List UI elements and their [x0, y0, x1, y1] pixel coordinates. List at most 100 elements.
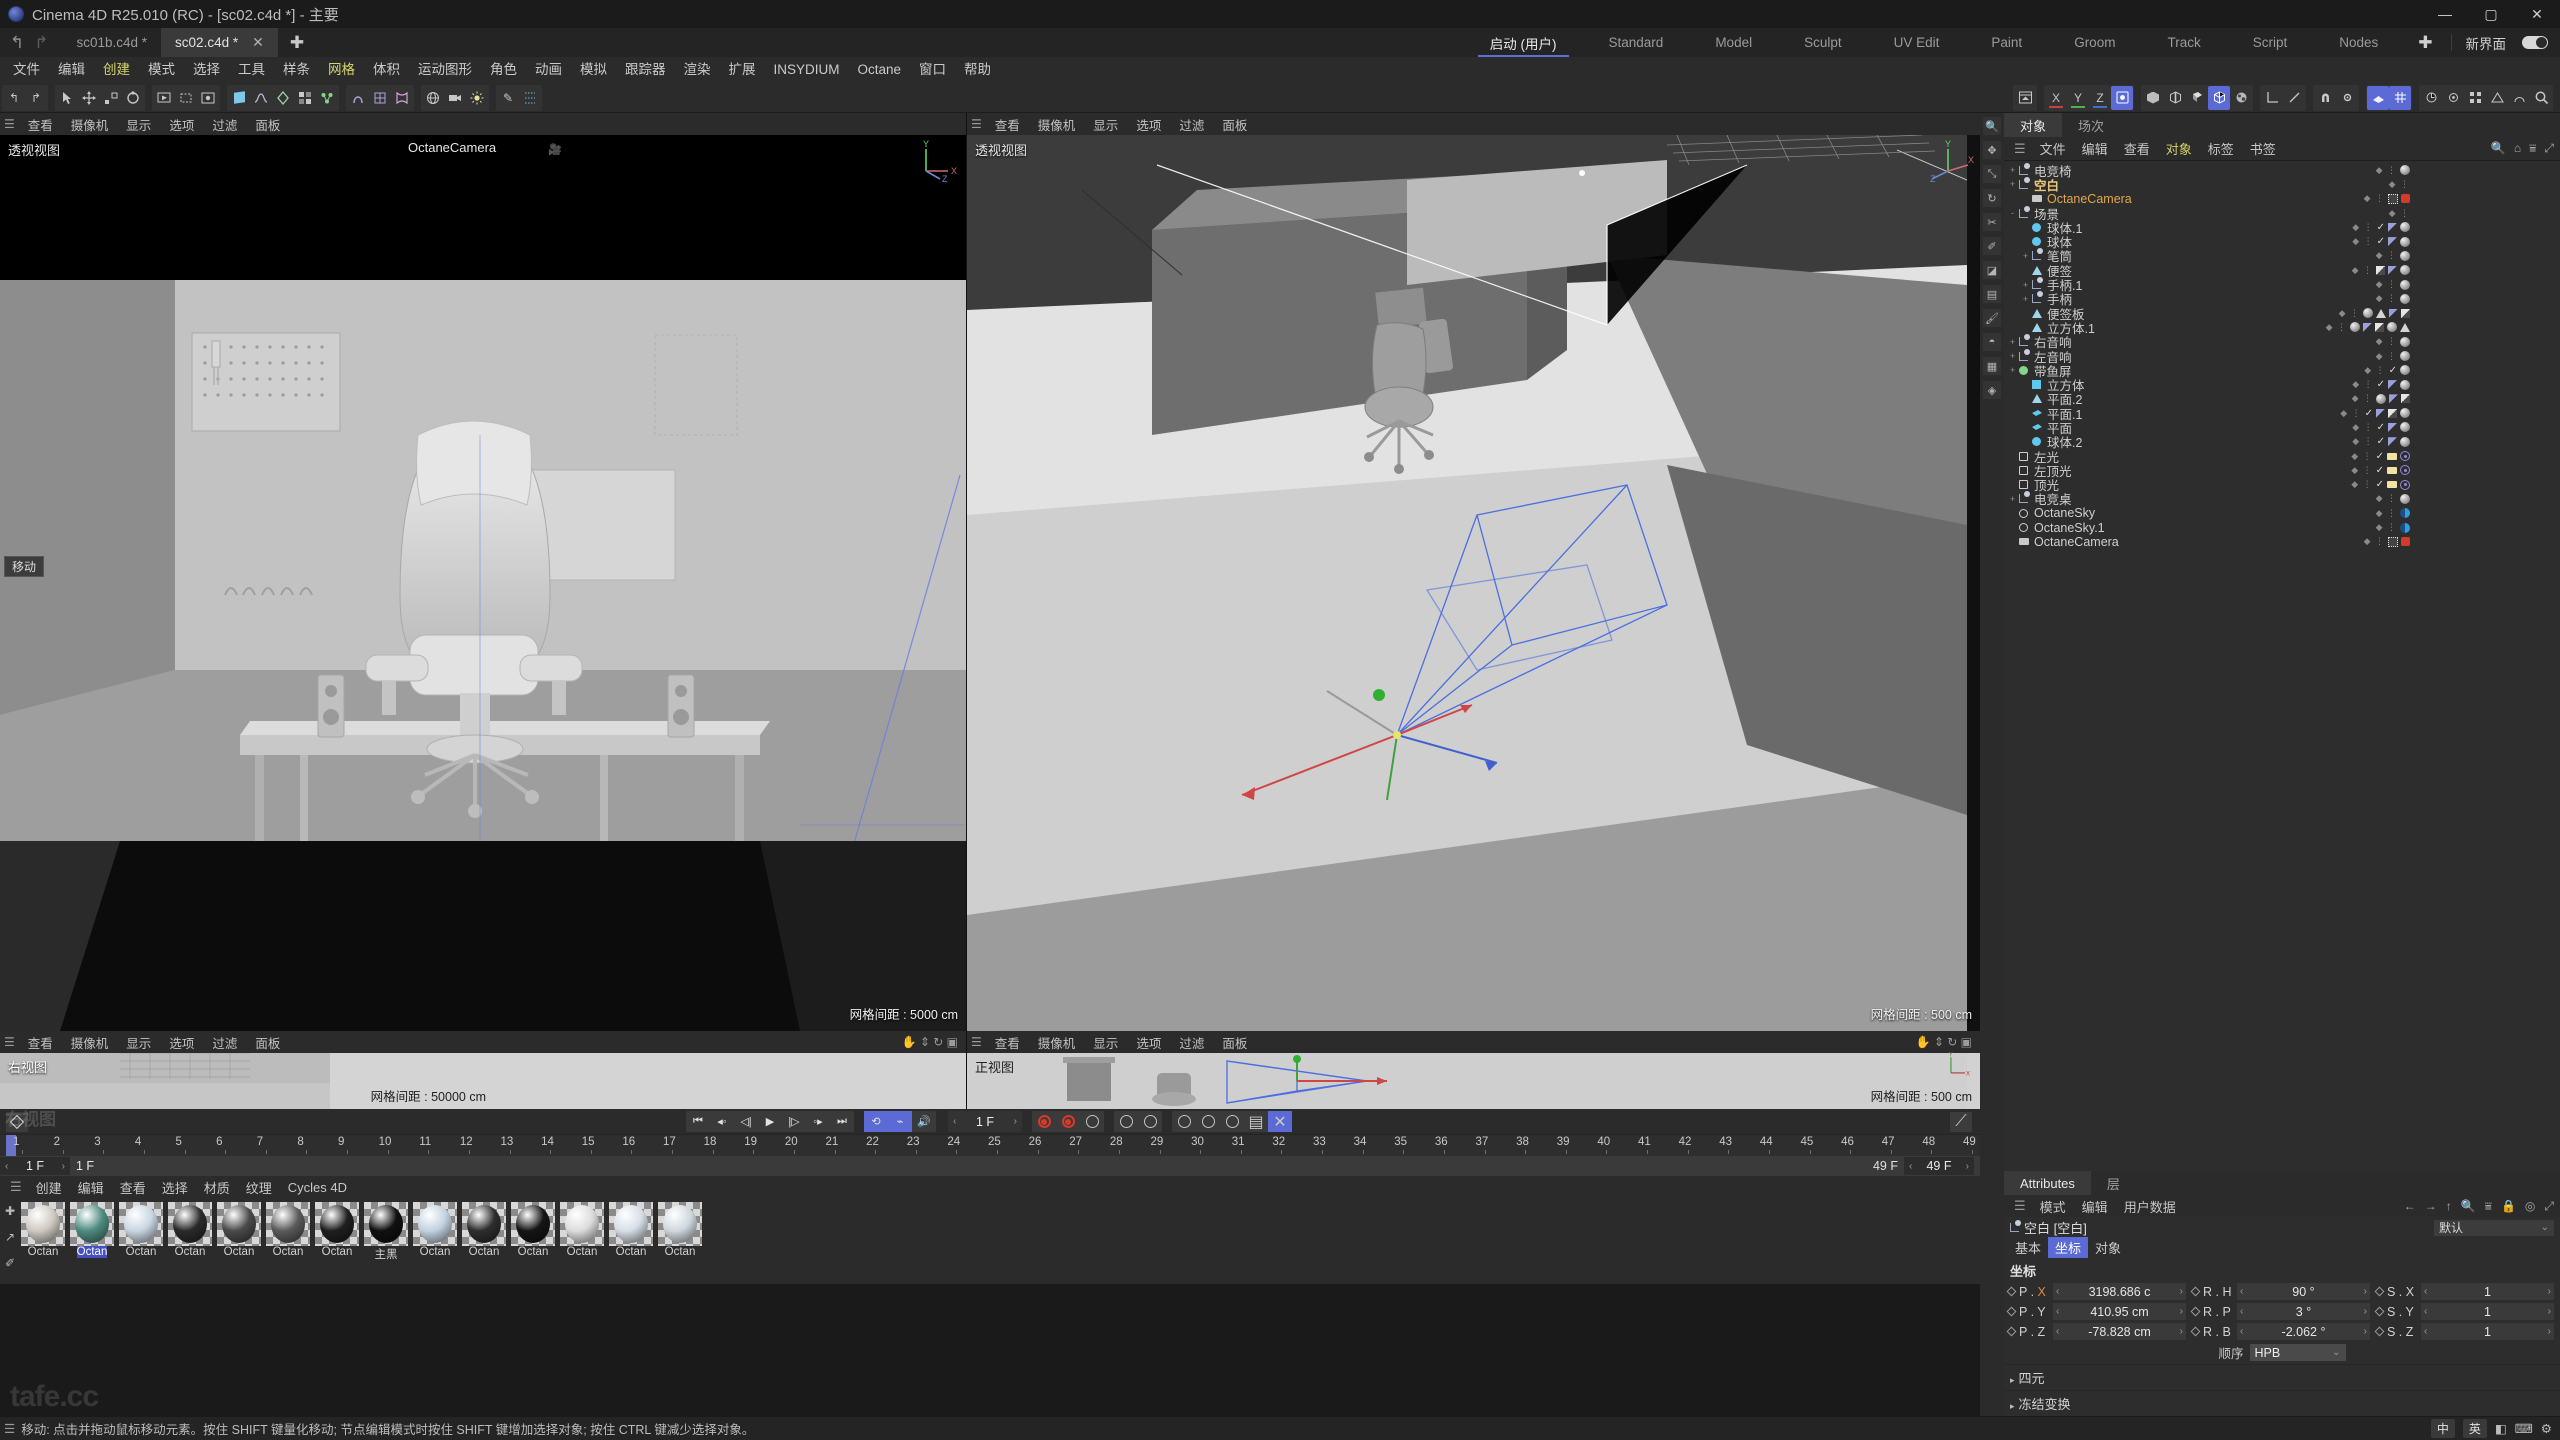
- play-button[interactable]: ▶: [758, 1111, 782, 1132]
- tray-icon-1[interactable]: ◧: [2495, 1421, 2507, 1436]
- vp-menu-filter[interactable]: 过滤: [203, 115, 246, 134]
- ruler-icon[interactable]: [2420, 86, 2442, 110]
- viewport-perspective-right[interactable]: ☰ 查看 摄像机 显示 选项 过滤 面板 透视视图 网格间距: 500 cm …: [967, 113, 1980, 1031]
- lt-tag-icon[interactable]: [2387, 466, 2397, 474]
- axis-x-button[interactable]: X: [2045, 86, 2067, 110]
- axis-modify-icon[interactable]: [2261, 86, 2283, 110]
- vp-menu-filter[interactable]: 过滤: [203, 1033, 246, 1052]
- render-picture-viewer-icon[interactable]: [2014, 86, 2036, 110]
- enabled-check-icon[interactable]: ✓: [2376, 451, 2384, 462]
- material-preview[interactable]: [315, 1202, 359, 1246]
- visibility-dots-icon[interactable]: ◆ ⋮: [2351, 465, 2372, 476]
- target-icon[interactable]: ◎: [2525, 1199, 2535, 1214]
- expand-toggle-icon[interactable]: +: [2008, 351, 2017, 361]
- material-item[interactable]: Octan: [412, 1202, 458, 1284]
- timeline-ruler[interactable]: 1 2 3 4 5 6 7 8 9 10 11 12 13 14 15 16 17 18 19 20 21 22 23 24 2…: [0, 1134, 1980, 1156]
- vp-menu-camera[interactable]: 摄像机: [62, 1033, 118, 1052]
- search-rail-icon[interactable]: 🔍: [1983, 117, 2001, 135]
- material-item[interactable]: Octan: [20, 1202, 66, 1284]
- bevel-rail-icon[interactable]: ◪: [1983, 261, 2001, 279]
- snap-magnet-icon[interactable]: [2314, 86, 2336, 110]
- object-row[interactable]: 立方体 ◆ ⋮ ✓: [2004, 377, 2560, 393]
- mat-tag-icon[interactable]: [2400, 222, 2410, 233]
- panel-handle-icon[interactable]: ☰: [4, 1179, 28, 1195]
- object-row[interactable]: 平面 ◆ ⋮ ✓: [2004, 420, 2560, 436]
- red-tag-icon[interactable]: [2401, 537, 2410, 547]
- object-row[interactable]: + 左音响 ◆ ⋮: [2004, 348, 2560, 365]
- viewport-right-view[interactable]: ☰ 查看 摄像机 显示 选项 过滤 面板 ✋ ⇕ ↻ ▣ 右视图 网格间距: …: [0, 1031, 967, 1109]
- world-object-axis-toggle[interactable]: [2111, 85, 2133, 110]
- attr-menu-edit[interactable]: 编辑: [2074, 1197, 2116, 1216]
- chevron-left-icon[interactable]: ‹: [953, 1116, 956, 1127]
- light-icon[interactable]: [466, 86, 488, 110]
- vp-menu-view[interactable]: 查看: [986, 115, 1029, 134]
- visibility-dots-icon[interactable]: ◆ ⋮: [2326, 322, 2347, 333]
- mat-menu-material[interactable]: 材质: [196, 1178, 238, 1197]
- redo-tool-icon[interactable]: ↱: [25, 86, 47, 110]
- expand-icon[interactable]: ⤢: [2544, 141, 2554, 156]
- expand-toggle-icon[interactable]: +: [2021, 280, 2030, 290]
- material-preview[interactable]: [119, 1202, 163, 1246]
- red-tag-icon[interactable]: [2401, 194, 2410, 204]
- visibility-dots-icon[interactable]: ◆ ⋮: [2351, 479, 2372, 490]
- subtab-coordinates[interactable]: 坐标: [2048, 1237, 2089, 1258]
- viewport-nav-icons[interactable]: ✋ ⇕ ↻ ▣: [1916, 1035, 1980, 1049]
- record-keyframe-button[interactable]: [6, 1111, 28, 1132]
- viewport-front-view[interactable]: ☰ 查看 摄像机 显示 选项 过滤 面板 ✋ ⇕ ↻ ▣ 正视图 网格间距: …: [967, 1031, 1980, 1109]
- close-button[interactable]: ✕: [2514, 0, 2560, 28]
- visibility-dots-icon[interactable]: ◆ ⋮: [2376, 522, 2397, 533]
- visibility-dots-icon[interactable]: ◆ ⋮: [2376, 293, 2397, 304]
- vp-menu-panel[interactable]: 面板: [246, 115, 289, 134]
- object-tree[interactable]: + 电竞椅 ◆ ⋮ + 空白 ◆ ⋮ OctaneCamera ◆ ⋮ - 场景 ◆ ⋮ 球体.1 ◆ …: [2004, 161, 2560, 1171]
- layout-tab-standard[interactable]: Standard: [1583, 28, 1690, 57]
- sy-input[interactable]: ‹ 1 ›: [2421, 1303, 2554, 1320]
- sq-tag-icon[interactable]: [2401, 394, 2410, 404]
- uv-tag-icon[interactable]: [2389, 308, 2398, 318]
- vp-menu-camera[interactable]: 摄像机: [62, 115, 118, 134]
- uv-tag-icon[interactable]: [2388, 265, 2397, 275]
- object-row[interactable]: 顶光 ◆ ⋮ ✓: [2004, 478, 2560, 493]
- document-tab-0[interactable]: sc01b.c4d *: [63, 28, 162, 57]
- visibility-dots-icon[interactable]: ◆ ⋮: [2352, 422, 2373, 433]
- field-icon[interactable]: [2486, 86, 2508, 110]
- menu-mograph[interactable]: 运动图形: [409, 57, 481, 83]
- order-dropdown[interactable]: HPB ⌄: [2249, 1344, 2346, 1361]
- move-rail-icon[interactable]: ✥: [1983, 141, 2001, 159]
- filter-icon[interactable]: ⩸: [2529, 141, 2536, 156]
- mat-tag-icon[interactable]: [2400, 365, 2410, 376]
- vp-menu-filter[interactable]: 过滤: [1170, 115, 1213, 134]
- visibility-dots-icon[interactable]: ◆ ⋮: [2376, 508, 2397, 519]
- axis-y-button[interactable]: Y: [2067, 86, 2089, 110]
- quaternion-fold[interactable]: ▸ 四元: [2004, 1364, 2560, 1390]
- home-icon[interactable]: ⌂: [2514, 141, 2521, 156]
- viewport-canvas-bottom-right[interactable]: [967, 1053, 1980, 1109]
- cube-primitive-icon[interactable]: [228, 86, 250, 110]
- visibility-dots-icon[interactable]: ◆ ⋮: [2352, 436, 2373, 447]
- object-row[interactable]: 球体.2 ◆ ⋮ ✓: [2004, 435, 2560, 450]
- undo-icon[interactable]: ↰: [10, 33, 24, 53]
- mat-tag-icon[interactable]: [2350, 322, 2360, 333]
- fcurve-button[interactable]: ⟋: [1950, 1111, 1972, 1132]
- keyframe-diamond-icon[interactable]: [2374, 1286, 2385, 1297]
- keyframe-diamond-icon[interactable]: [2006, 1326, 2017, 1337]
- workplane-icon[interactable]: [2367, 85, 2389, 110]
- mat-tag-icon[interactable]: [2400, 436, 2410, 447]
- redo-icon[interactable]: ↱: [34, 33, 48, 53]
- scale-tool-icon[interactable]: [100, 86, 122, 110]
- scene-nodes-icon[interactable]: [316, 86, 338, 110]
- vp-menu-camera[interactable]: 摄像机: [1029, 1033, 1085, 1052]
- layout-tab-sculpt[interactable]: Sculpt: [1778, 28, 1868, 57]
- mat-tag-icon[interactable]: [2400, 236, 2410, 247]
- record-active-objects-button[interactable]: [1032, 1111, 1056, 1132]
- environment-icon[interactable]: [422, 86, 444, 110]
- tab-attributes[interactable]: Attributes: [2004, 1171, 2091, 1195]
- material-preview[interactable]: [511, 1202, 555, 1246]
- edge-mode-icon[interactable]: [2164, 86, 2186, 110]
- render-view-icon[interactable]: [153, 86, 175, 110]
- next-frame-button[interactable]: |▷: [782, 1111, 806, 1132]
- visibility-dots-icon[interactable]: ◆ ⋮: [2364, 365, 2385, 376]
- material-item[interactable]: Octan: [167, 1202, 213, 1284]
- material-item[interactable]: 主黑: [363, 1202, 409, 1284]
- material-preview[interactable]: [364, 1202, 408, 1246]
- enabled-check-icon[interactable]: ✓: [2377, 236, 2385, 247]
